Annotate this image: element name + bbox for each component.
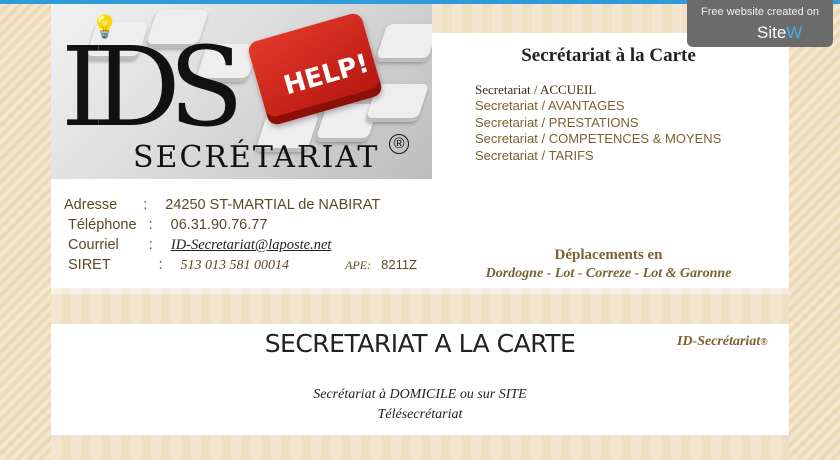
main-nav: Secretariat / ACCUEIL Secretariat / AVAN… [475, 82, 721, 164]
adresse-value: 24250 ST-MARTIAL de NABIRAT [165, 197, 381, 213]
brand-name: ID-Secrétariat [677, 334, 761, 349]
main-title: SECRETARIAT A LA CARTE [264, 329, 576, 358]
band-highlight [51, 288, 789, 294]
footer-band [51, 435, 789, 460]
nav-item-tarifs[interactable]: Secretariat / TARIFS [475, 148, 721, 164]
logo-monogram: IDS [61, 23, 244, 151]
deplacements-heading: Déplacements en [554, 247, 663, 263]
colon: : [158, 257, 163, 273]
subtitle-line-2: Télésecrétariat [377, 407, 463, 422]
brand-reg: ® [760, 337, 768, 348]
deplacements-regions: Dordogne - Lot - Correze - Lot & Garonne [485, 266, 732, 281]
nav-item-competences[interactable]: Secretariat / COMPETENCES & MOYENS [475, 131, 721, 147]
email-link[interactable]: ID-Secretariat@laposte.net [171, 237, 332, 253]
brand-signature: ID-Secrétariat® [677, 334, 768, 350]
page-container: HELP! 💡 IDS SECRÉTARIAT ® Secrétariat à … [51, 4, 789, 460]
courriel-label: Courriel [68, 237, 119, 253]
siret-value: 513 013 581 00014 [180, 258, 290, 273]
keyboard-key-icon [374, 24, 432, 62]
colon: : [143, 197, 148, 213]
nav-item-avantages[interactable]: Secretariat / AVANTAGES [475, 98, 721, 114]
ape-label: APE: [345, 258, 372, 272]
adresse-label: Adresse [64, 197, 118, 213]
subtitle-block: Secrétariat à DOMICILE ou sur SITE Télés… [201, 385, 639, 425]
sitew-logo-main: Site [757, 23, 787, 42]
siret-label: SIRET [68, 257, 111, 273]
site-title: Secrétariat à la Carte [521, 45, 696, 66]
sitew-logo-accent: W [786, 23, 803, 42]
registered-mark-icon: ® [389, 134, 409, 154]
nav-item-accueil[interactable]: Secretariat / ACCUEIL [475, 82, 721, 98]
telephone-value[interactable]: 06.31.90.76.77 [171, 217, 268, 233]
colon: : [148, 237, 153, 253]
sitew-caption: Free website created on [700, 6, 819, 18]
telephone-label: Téléphone [68, 217, 137, 233]
sitew-badge[interactable]: Free website created on SiteW [687, 0, 833, 47]
subtitle-line-1: Secrétariat à DOMICILE ou sur SITE [313, 387, 527, 402]
divider-band [51, 288, 789, 324]
logo-banner[interactable]: HELP! 💡 IDS SECRÉTARIAT ® [51, 4, 432, 179]
ape-value: 8211Z [381, 257, 418, 272]
colon: : [148, 217, 153, 233]
deplacements-block: Déplacements en Dordogne - Lot - Correze… [471, 247, 746, 282]
nav-item-prestations[interactable]: Secretariat / PRESTATIONS [475, 115, 721, 131]
sitew-logo: SiteW [757, 23, 802, 43]
logo-wordmark: SECRÉTARIAT [133, 140, 380, 175]
